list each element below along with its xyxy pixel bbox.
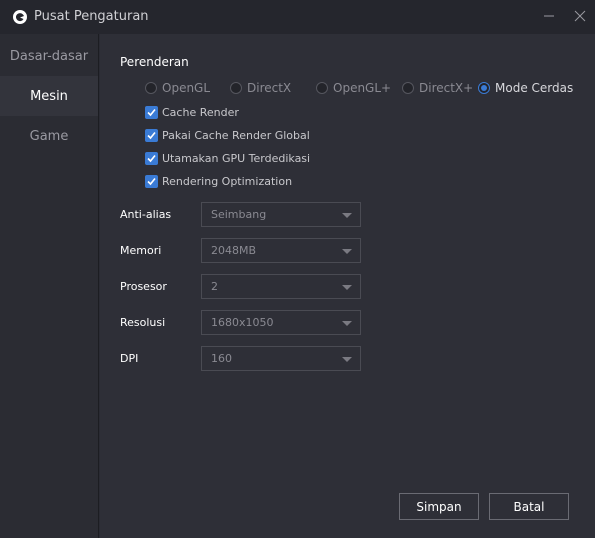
select-value: Seimbang bbox=[211, 208, 267, 221]
radio-opengl[interactable]: OpenGL bbox=[145, 80, 210, 96]
checkbox-label: Rendering Optimization bbox=[162, 174, 293, 188]
radio-smart-mode[interactable]: Mode Cerdas bbox=[478, 80, 573, 96]
radio-checked-icon bbox=[478, 82, 490, 94]
window-title: Pusat Pengaturan bbox=[34, 9, 149, 24]
resolution-select[interactable]: 1680x1050 bbox=[201, 310, 361, 335]
radio-label: DirectX+ bbox=[419, 81, 474, 95]
chevron-down-icon bbox=[342, 285, 352, 290]
select-value: 2048MB bbox=[211, 244, 257, 257]
radio-label: DirectX bbox=[247, 81, 292, 95]
chevron-down-icon bbox=[342, 213, 352, 218]
chevron-down-icon bbox=[342, 357, 352, 362]
settings-panel: Perenderan OpenGL DirectX OpenGL+ Direct… bbox=[100, 34, 595, 538]
rendering-section-label: Perenderan bbox=[120, 55, 189, 69]
chevron-down-icon bbox=[342, 321, 352, 326]
select-value: 160 bbox=[211, 352, 232, 365]
minimize-icon bbox=[544, 15, 554, 17]
minimize-button[interactable] bbox=[541, 8, 557, 24]
checkbox-global-cache[interactable]: Pakai Cache Render Global bbox=[145, 127, 310, 143]
radio-directx-plus[interactable]: DirectX+ bbox=[402, 80, 473, 96]
sidebar-item-game[interactable]: Game bbox=[0, 116, 98, 156]
checkbox-label: Cache Render bbox=[162, 105, 239, 119]
checkmark-icon bbox=[145, 105, 158, 119]
antialias-label: Anti-alias bbox=[120, 208, 172, 221]
cancel-button[interactable]: Batal bbox=[489, 493, 569, 520]
radio-circle-icon bbox=[230, 82, 242, 94]
checkbox-cache-render[interactable]: Cache Render bbox=[145, 104, 239, 120]
resolution-label: Resolusi bbox=[120, 316, 166, 329]
title-bar: Pusat Pengaturan bbox=[0, 0, 595, 34]
checkmark-icon bbox=[145, 174, 158, 188]
sidebar-item-basics[interactable]: Dasar-dasar bbox=[0, 36, 98, 76]
memory-select[interactable]: 2048MB bbox=[201, 238, 361, 263]
checkmark-icon bbox=[145, 128, 158, 142]
antialias-select[interactable]: Seimbang bbox=[201, 202, 361, 227]
radio-label: OpenGL+ bbox=[333, 81, 392, 95]
radio-label: Mode Cerdas bbox=[495, 81, 574, 95]
app-logo-icon bbox=[12, 9, 28, 25]
radio-circle-icon bbox=[316, 82, 328, 94]
close-icon bbox=[574, 10, 586, 22]
checkbox-label: Pakai Cache Render Global bbox=[162, 128, 310, 142]
radio-opengl-plus[interactable]: OpenGL+ bbox=[316, 80, 391, 96]
dpi-select[interactable]: 160 bbox=[201, 346, 361, 371]
select-value: 1680x1050 bbox=[211, 316, 274, 329]
save-button[interactable]: Simpan bbox=[399, 493, 479, 520]
sidebar-item-engine[interactable]: Mesin bbox=[0, 76, 98, 116]
chevron-down-icon bbox=[342, 249, 352, 254]
checkmark-icon bbox=[145, 151, 158, 165]
radio-circle-icon bbox=[402, 82, 414, 94]
checkbox-dedicated-gpu[interactable]: Utamakan GPU Terdedikasi bbox=[145, 150, 310, 166]
radio-label: OpenGL bbox=[162, 81, 211, 95]
radio-directx[interactable]: DirectX bbox=[230, 80, 291, 96]
radio-circle-icon bbox=[145, 82, 157, 94]
processor-select[interactable]: 2 bbox=[201, 274, 361, 299]
processor-label: Prosesor bbox=[120, 280, 167, 293]
memory-label: Memori bbox=[120, 244, 162, 257]
dpi-label: DPI bbox=[120, 352, 139, 365]
checkbox-rendering-optimization[interactable]: Rendering Optimization bbox=[145, 173, 292, 189]
sidebar: Dasar-dasar Mesin Game bbox=[0, 34, 99, 538]
select-value: 2 bbox=[211, 280, 218, 293]
checkbox-label: Utamakan GPU Terdedikasi bbox=[162, 151, 311, 165]
close-button[interactable] bbox=[572, 8, 588, 24]
